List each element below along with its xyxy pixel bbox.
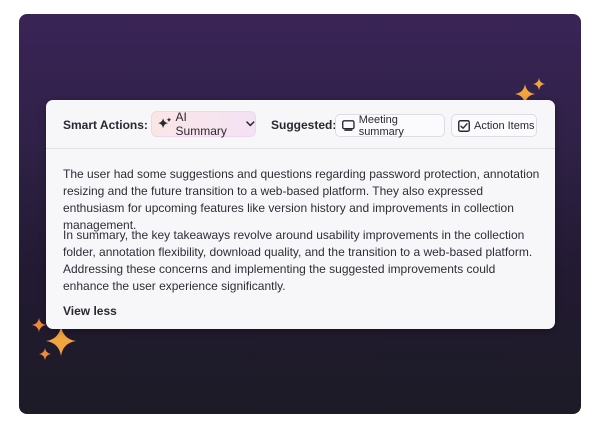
view-less-link[interactable]: View less [63, 304, 117, 318]
smart-actions-label: Smart Actions: [63, 118, 148, 132]
meeting-summary-button[interactable]: Meeting summary [335, 113, 445, 138]
checkbox-icon [458, 119, 470, 132]
suggested-label: Suggested: [271, 118, 337, 132]
sparkles-icon [158, 117, 172, 129]
ai-summary-label: AI Summary [175, 110, 227, 138]
sparkle-icon [533, 78, 545, 90]
chevron-down-icon [246, 121, 255, 127]
sparkle-icon [39, 348, 51, 360]
meeting-summary-label: Meeting summary [358, 113, 404, 138]
action-items-button[interactable]: Action Items [451, 114, 537, 137]
sparkle-icon [32, 318, 46, 332]
summary-paragraph: The user had some suggestions and questi… [63, 167, 540, 232]
smart-actions-toolbar: Smart Actions: AI Summary Suggested: Mee… [46, 100, 555, 149]
summary-paragraph: In summary, the key takeaways revolve ar… [63, 228, 533, 293]
ai-summary-dropdown[interactable]: AI Summary [151, 110, 256, 138]
smart-actions-card: Smart Actions: AI Summary Suggested: Mee… [46, 100, 555, 329]
monitor-icon [342, 120, 355, 131]
action-items-label: Action Items [474, 119, 535, 132]
